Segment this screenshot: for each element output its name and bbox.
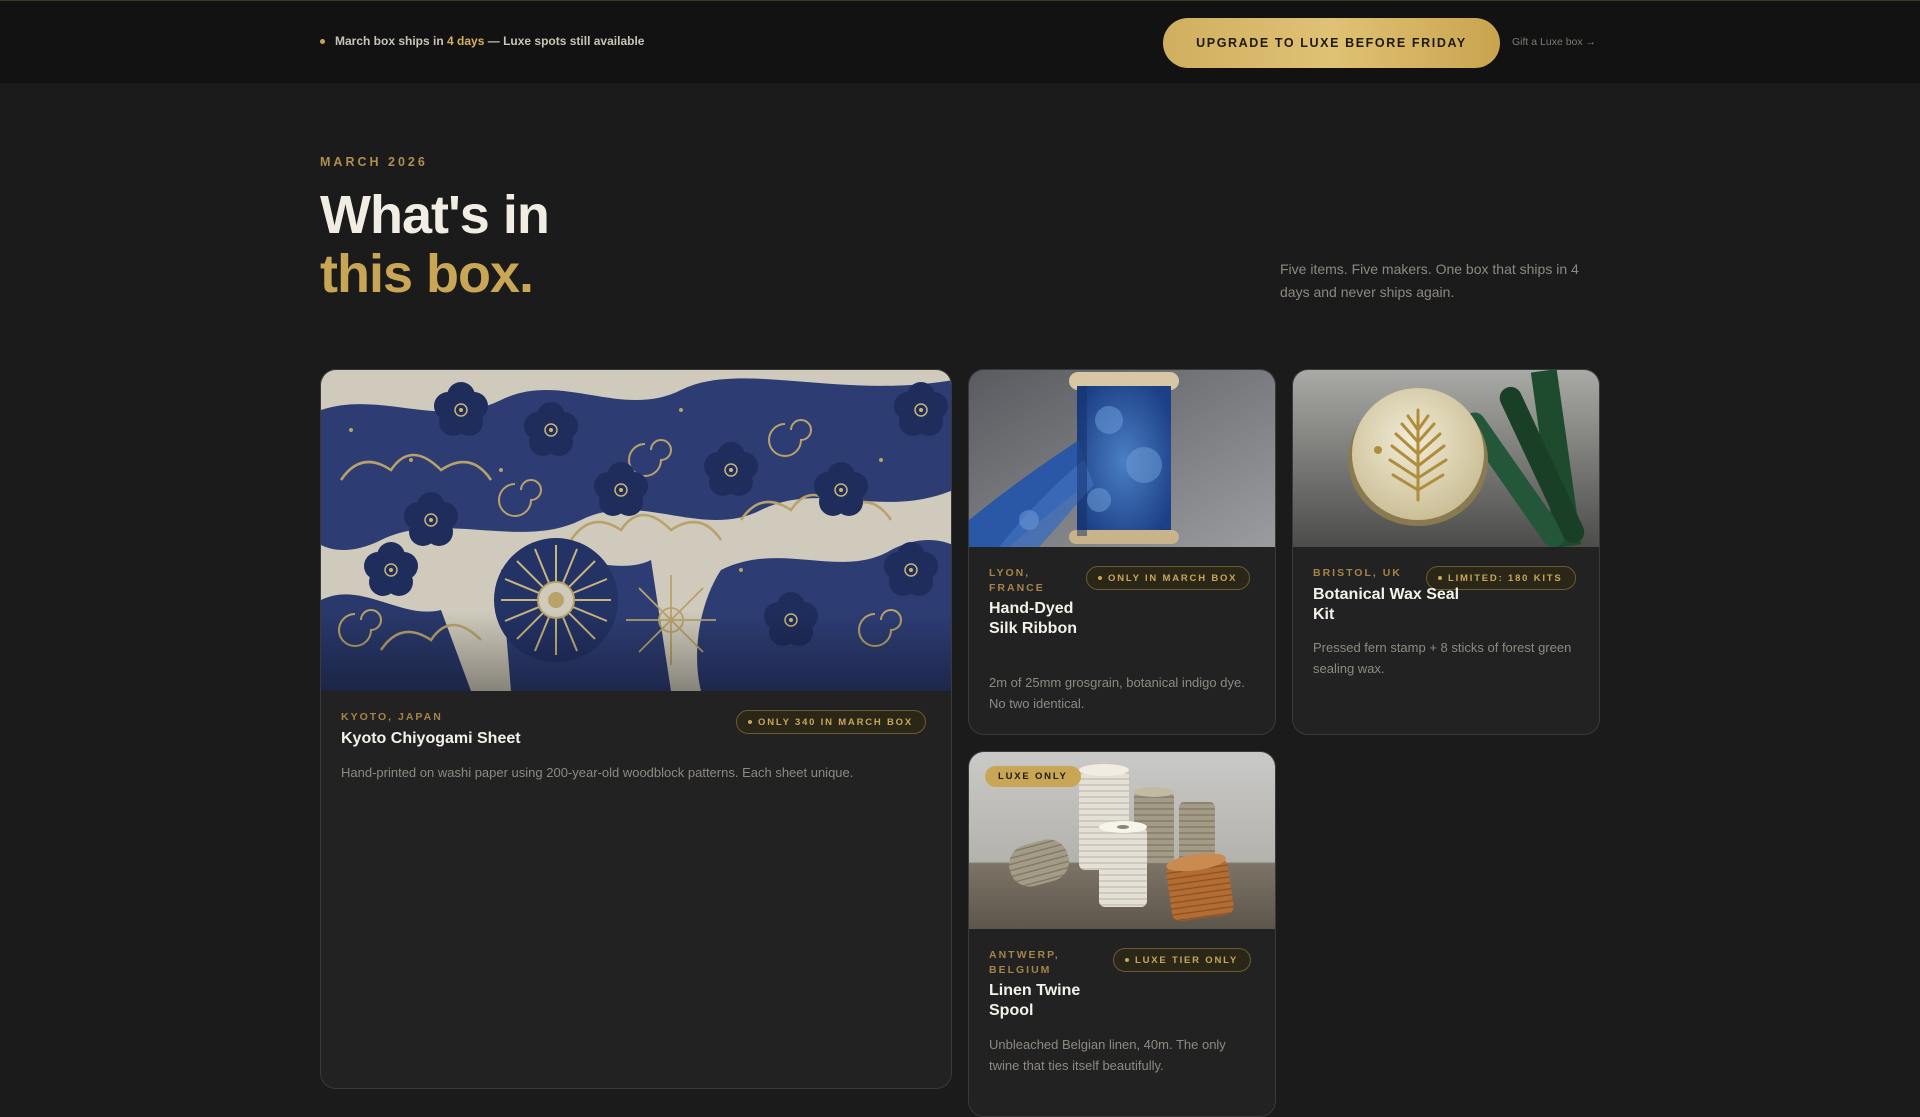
- badge-label: ONLY 340 IN MARCH BOX: [758, 716, 913, 728]
- scarcity-badge: ONLY IN MARCH BOX: [1086, 566, 1251, 590]
- product-description: Pressed fern stamp + 8 sticks of forest …: [1313, 640, 1572, 676]
- scarcity-badge: ONLY 340 IN MARCH BOX: [736, 710, 926, 734]
- chiyogami-paper-image: [321, 370, 951, 691]
- product-origin: KYOTO, JAPAN: [341, 711, 443, 723]
- scarcity-badge: LUXE TIER ONLY: [1113, 948, 1251, 972]
- badge-dot-icon: [748, 720, 752, 724]
- badge-label: ONLY IN MARCH BOX: [1108, 572, 1238, 584]
- page-title-line-2: this box.: [320, 244, 534, 304]
- product-card-linen-twine[interactable]: LUXE ONLY ANTWERP, BELGIUM LUXE TIER ONL…: [968, 751, 1276, 1117]
- wax-seal-image: [1293, 370, 1599, 547]
- product-origin: BRISTOL, UK: [1313, 567, 1402, 579]
- product-name: Botanical Wax Seal Kit: [1313, 586, 1460, 623]
- box-month-label: MARCH 2026: [320, 155, 428, 169]
- shipping-notice: March box ships in 4 days — Luxe spots s…: [320, 34, 644, 48]
- shipping-notice-text: March box ships in 4 days — Luxe spots s…: [335, 34, 644, 48]
- badge-dot-icon: [1098, 576, 1102, 580]
- hero-description: Five items. Five makers. One box that sh…: [1280, 261, 1579, 300]
- status-dot-icon: [320, 38, 325, 44]
- shipping-text-end: — Luxe spots still available: [487, 34, 645, 48]
- product-name: Linen Twine Spool: [989, 982, 1081, 1019]
- badge-label: LIMITED: 180 KITS: [1448, 572, 1563, 584]
- badge-dot-icon: [1125, 958, 1129, 962]
- product-description: 2m of 25mm grosgrain, botanical indigo d…: [989, 675, 1245, 711]
- badge-dot-icon: [1438, 576, 1442, 580]
- product-card-silk-ribbon[interactable]: LYON, FRANCE ONLY IN MARCH BOX Hand-Dyed…: [968, 369, 1276, 735]
- product-origin: ANTWERP, BELGIUM: [989, 949, 1060, 976]
- product-name: Hand-Dyed Silk Ribbon: [989, 600, 1077, 637]
- product-description: Unbleached Belgian linen, 40m. The only …: [989, 1037, 1226, 1073]
- page-title-line-1: What's in: [320, 185, 550, 245]
- product-name: Kyoto Chiyogami Sheet: [341, 730, 521, 747]
- shipping-days: 4 days: [447, 34, 485, 48]
- silk-ribbon-image: [969, 370, 1275, 547]
- shipping-text-start: March box ships in: [335, 34, 444, 48]
- gift-luxe-box-link[interactable]: Gift a Luxe box →: [1512, 36, 1596, 48]
- product-card-chiyogami[interactable]: KYOTO, JAPAN ONLY 340 IN MARCH BOX Kyoto…: [320, 369, 952, 1089]
- page-title: What's in this box.: [320, 185, 550, 304]
- product-origin: LYON, FRANCE: [989, 567, 1045, 594]
- luxe-only-tag: LUXE ONLY: [985, 766, 1081, 787]
- upgrade-to-luxe-button[interactable]: UPGRADE TO LUXE BEFORE FRIDAY: [1163, 18, 1500, 68]
- badge-label: LUXE TIER ONLY: [1135, 954, 1238, 966]
- product-description: Hand-printed on washi paper using 200-ye…: [341, 765, 854, 780]
- announcement-bar: March box ships in 4 days — Luxe spots s…: [0, 0, 1920, 83]
- product-card-wax-seal[interactable]: BRISTOL, UK LIMITED: 180 KITS Botanical …: [1292, 369, 1600, 735]
